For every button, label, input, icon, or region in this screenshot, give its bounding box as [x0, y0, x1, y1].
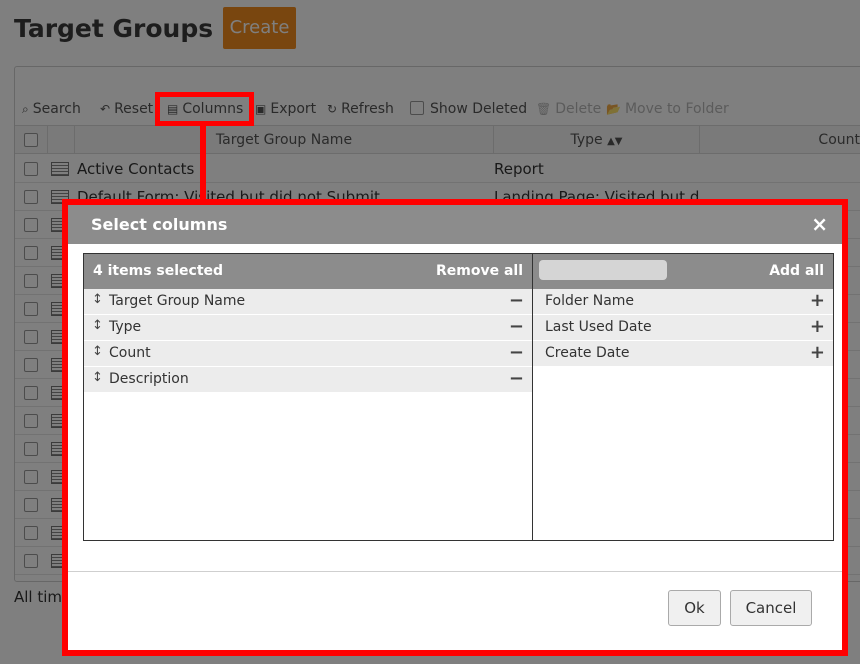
plus-icon[interactable]: + [810, 316, 825, 337]
cancel-button[interactable]: Cancel [730, 590, 812, 626]
selected-item-type[interactable]: ↕ Type − [84, 315, 532, 341]
available-item-last-used-date[interactable]: Last Used Date + [533, 315, 833, 341]
dialog-header: Select columns × [68, 205, 842, 244]
available-item-folder-name[interactable]: Folder Name + [533, 289, 833, 315]
add-all-button[interactable]: Add all [769, 263, 824, 279]
drag-icon[interactable]: ↕ [92, 344, 103, 359]
plus-icon[interactable]: + [810, 342, 825, 363]
item-label: Target Group Name [109, 293, 246, 309]
available-columns-header: Add all [533, 254, 833, 289]
minus-icon[interactable]: − [509, 316, 524, 337]
drag-icon[interactable]: ↕ [92, 292, 103, 307]
minus-icon[interactable]: − [509, 342, 524, 363]
column-search-input[interactable] [539, 260, 667, 280]
minus-icon[interactable]: − [509, 368, 524, 389]
selected-item-count[interactable]: ↕ Count − [84, 341, 532, 367]
item-label: Folder Name [545, 293, 635, 309]
selected-count: 4 items selected [93, 263, 224, 279]
dialog-title: Select columns [91, 215, 228, 234]
ok-button[interactable]: Ok [668, 590, 721, 626]
item-label: Last Used Date [545, 319, 652, 335]
close-icon[interactable]: × [811, 212, 828, 236]
selected-item-target-group-name[interactable]: ↕ Target Group Name − [84, 289, 532, 315]
available-item-create-date[interactable]: Create Date + [533, 341, 833, 367]
item-label: Create Date [545, 345, 630, 361]
selected-columns-list: 4 items selected Remove all ↕ Target Gro… [84, 254, 533, 540]
minus-icon[interactable]: − [509, 290, 524, 311]
drag-icon[interactable]: ↕ [92, 370, 103, 385]
selected-columns-header: 4 items selected Remove all [84, 254, 532, 289]
column-picker: 4 items selected Remove all ↕ Target Gro… [83, 253, 834, 541]
available-columns-list: Add all Folder Name + Last Used Date + C… [533, 254, 833, 540]
columns-highlight [155, 92, 254, 126]
drag-icon[interactable]: ↕ [92, 318, 103, 333]
selected-item-description[interactable]: ↕ Description − [84, 367, 532, 393]
remove-all-button[interactable]: Remove all [436, 263, 523, 279]
item-label: Description [109, 371, 189, 387]
plus-icon[interactable]: + [810, 290, 825, 311]
item-label: Count [109, 345, 151, 361]
item-label: Type [109, 319, 142, 335]
select-columns-dialog: Select columns × 4 items selected Remove… [62, 199, 848, 656]
dialog-divider [68, 571, 842, 572]
highlight-connector [200, 126, 206, 202]
